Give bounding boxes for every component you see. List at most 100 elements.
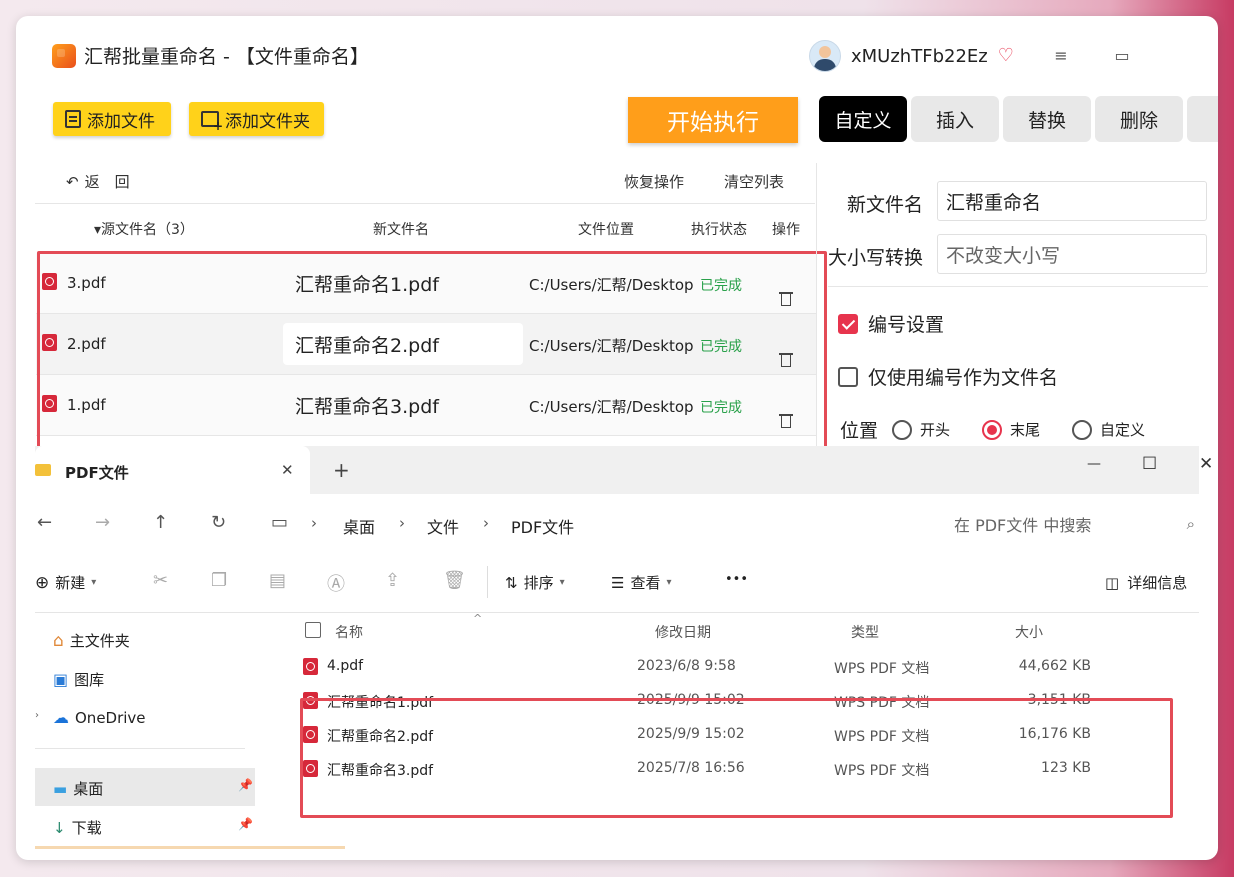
forward-icon[interactable]: → bbox=[95, 512, 110, 533]
explorer-nav-bar: ← → ↑ ↻ ▭ › 桌面 › 文件 › PDF文件 在 PDF文件 中搜索 … bbox=[35, 494, 1199, 555]
explorer-command-bar: ⊕ 新建 ▾ ✂ ❐ ▤ Ⓐ ⇪ 🗑 ⇅ 排序 ▾ ☰ 查看 ▾ ••• ◫ 详… bbox=[35, 554, 1199, 613]
chevron-right-icon: › bbox=[311, 514, 317, 532]
user-area[interactable]: xMUzhTFb22Ez ♡ bbox=[809, 40, 1018, 72]
breadcrumb-desktop[interactable]: 桌面 bbox=[343, 514, 375, 538]
breadcrumb-pdf[interactable]: PDF文件 bbox=[511, 514, 574, 538]
cut-icon[interactable]: ✂ bbox=[153, 570, 168, 591]
rename-icon[interactable]: Ⓐ bbox=[327, 570, 345, 596]
vip-diamond-icon[interactable]: ♡ bbox=[998, 47, 1018, 65]
pin-icon[interactable]: 📌 bbox=[238, 778, 253, 792]
search-input[interactable]: 在 PDF文件 中搜索 ⌕ bbox=[940, 506, 1195, 542]
col-new-name: 新文件名 bbox=[373, 222, 429, 238]
numbering-only-checkbox[interactable] bbox=[838, 366, 858, 387]
explorer-tab[interactable]: PDF文件 ✕ bbox=[35, 446, 310, 494]
tab-delete[interactable]: 删除 bbox=[1095, 96, 1183, 142]
highlight-box-explorer-list bbox=[300, 698, 1173, 818]
details-label: 详细信息 bbox=[1127, 574, 1188, 592]
maximize-icon[interactable]: ☐ bbox=[1142, 454, 1157, 474]
view-button[interactable]: ☰ 查看 ▾ bbox=[611, 572, 672, 593]
sidebar-item-home[interactable]: ⌂ 主文件夹 bbox=[53, 630, 130, 651]
window-maximize-icon[interactable]: ▭ bbox=[1111, 44, 1133, 66]
file-size: 44,662 KB bbox=[1018, 658, 1091, 674]
search-icon[interactable]: ⌕ bbox=[1187, 515, 1195, 533]
case-convert-label: 大小写转换 bbox=[828, 247, 924, 269]
avatar[interactable] bbox=[809, 40, 841, 72]
copy-icon[interactable]: ❐ bbox=[211, 570, 227, 591]
file-date: 2023/6/8 9:58 bbox=[637, 658, 736, 674]
cloud-icon: ☁ bbox=[53, 708, 69, 727]
col-source-name[interactable]: ▾源文件名（3） bbox=[94, 219, 194, 239]
view-label: 查看 bbox=[630, 574, 661, 592]
pin-icon[interactable]: 📌 bbox=[238, 817, 253, 831]
tab-close-icon[interactable]: ✕ bbox=[281, 461, 294, 479]
more-options-icon[interactable]: ••• bbox=[725, 572, 748, 587]
refresh-icon[interactable]: ↻ bbox=[211, 512, 226, 533]
username: xMUzhTFb22Ez bbox=[851, 45, 988, 67]
clear-list-button[interactable]: 清空列表 bbox=[724, 171, 784, 192]
sidebar-item-downloads[interactable]: ↓ 下载 bbox=[53, 817, 102, 838]
desktop-icon: ▬ bbox=[53, 779, 68, 798]
computer-icon[interactable]: ▭ bbox=[271, 512, 288, 533]
paste-icon[interactable]: ▤ bbox=[269, 570, 286, 591]
back-icon[interactable]: ← bbox=[37, 512, 52, 533]
numbering-only-checkbox-row[interactable]: 仅使用编号作为文件名 bbox=[838, 363, 1058, 390]
sidebar-item-label: 桌面 bbox=[73, 780, 104, 798]
up-icon[interactable]: ↑ bbox=[153, 512, 168, 533]
sort-button[interactable]: ⇅ 排序 ▾ bbox=[505, 572, 565, 593]
numbering-checkbox[interactable] bbox=[838, 313, 858, 334]
details-pane-icon: ◫ bbox=[1105, 573, 1120, 592]
explorer-file-list: 名称 ^ 修改日期 类型 大小 4.pdf 2023/6/8 9:58 WPS … bbox=[285, 612, 1199, 860]
start-button[interactable]: 开始执行 bbox=[628, 97, 798, 143]
tab-insert[interactable]: 插入 bbox=[911, 96, 999, 142]
delete-icon[interactable]: 🗑 bbox=[443, 570, 466, 591]
view-icon: ☰ bbox=[611, 573, 625, 592]
select-all-checkbox[interactable] bbox=[305, 622, 321, 638]
breadcrumb-files[interactable]: 文件 bbox=[427, 514, 459, 538]
radio-custom-label: 自定义 bbox=[1100, 421, 1146, 439]
list-item[interactable]: 4.pdf 2023/6/8 9:58 WPS PDF 文档 44,662 KB bbox=[301, 650, 1101, 684]
undo-label: 返 回 bbox=[84, 173, 130, 191]
tab-replace[interactable]: 替换 bbox=[1003, 96, 1091, 142]
sidebar-item-desktop[interactable]: ▬ 桌面 bbox=[53, 778, 103, 799]
file-name: 4.pdf bbox=[327, 658, 364, 674]
add-folder-button[interactable]: 添加文件夹 bbox=[189, 102, 324, 136]
radio-custom[interactable]: 自定义 bbox=[1072, 419, 1145, 440]
plus-circle-icon: ⊕ bbox=[35, 572, 50, 593]
numbering-checkbox-row[interactable]: 编号设置 bbox=[838, 310, 944, 337]
menu-icon[interactable]: ≡ bbox=[1050, 44, 1072, 66]
radio-custom-circle[interactable] bbox=[1072, 419, 1093, 440]
new-tab-icon[interactable]: + bbox=[333, 458, 350, 482]
add-folder-label: 添加文件夹 bbox=[225, 111, 310, 132]
details-pane-button[interactable]: ◫ 详细信息 bbox=[1105, 572, 1187, 593]
case-convert-select[interactable]: 不改变大小写 bbox=[937, 234, 1207, 274]
numbering-label: 编号设置 bbox=[868, 314, 945, 336]
sidebar-item-gallery[interactable]: ▣ 图库 bbox=[53, 669, 104, 690]
col-type[interactable]: 类型 bbox=[851, 622, 879, 642]
explorer-tab-title: PDF文件 bbox=[65, 464, 129, 482]
close-icon[interactable]: ✕ bbox=[1199, 454, 1213, 474]
undo-button[interactable]: ↶ 返 回 bbox=[66, 171, 130, 192]
radio-end[interactable]: 末尾 bbox=[982, 419, 1040, 440]
sidebar-item-onedrive[interactable]: ☁ OneDrive bbox=[53, 708, 146, 727]
add-file-button[interactable]: 添加文件 bbox=[53, 102, 171, 136]
col-date[interactable]: 修改日期 bbox=[655, 622, 711, 642]
divider bbox=[35, 748, 245, 749]
app-title-bar: 汇帮批量重命名 - 【文件重命名】 bbox=[52, 42, 369, 69]
radio-end-circle[interactable] bbox=[982, 419, 1003, 440]
share-icon[interactable]: ⇪ bbox=[385, 570, 400, 591]
minimize-icon[interactable]: — bbox=[1087, 456, 1101, 472]
tab-custom[interactable]: 自定义 bbox=[819, 96, 907, 142]
restore-button[interactable]: 恢复操作 bbox=[624, 171, 684, 192]
explorer-window: PDF文件 ✕ + — ☐ ✕ ← → ↑ ↻ ▭ › 桌面 › 文件 › PD… bbox=[35, 446, 1213, 860]
app-title: 汇帮批量重命名 - 【文件重命名】 bbox=[84, 46, 369, 68]
tab-more[interactable] bbox=[1187, 96, 1218, 142]
new-name-input[interactable]: 汇帮重命名 bbox=[937, 181, 1207, 221]
radio-start[interactable]: 开头 bbox=[892, 419, 950, 440]
new-button[interactable]: ⊕ 新建 ▾ bbox=[35, 572, 96, 593]
col-name[interactable]: 名称 bbox=[335, 622, 363, 642]
chevron-down-icon: ▾ bbox=[666, 577, 672, 588]
expand-chevron-icon[interactable]: › bbox=[35, 710, 39, 721]
radio-start-circle[interactable] bbox=[892, 419, 913, 440]
col-size[interactable]: 大小 bbox=[1015, 622, 1043, 642]
divider bbox=[828, 286, 1208, 287]
